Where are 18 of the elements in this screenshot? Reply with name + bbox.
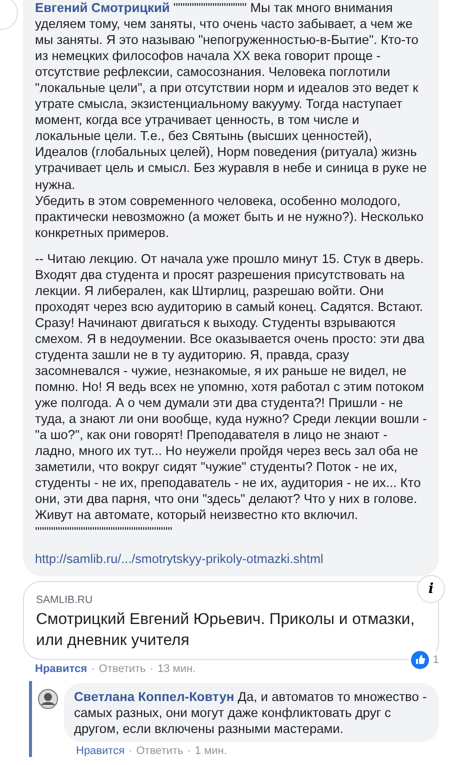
avatar[interactable] bbox=[38, 688, 58, 709]
author-link[interactable]: Евгений Смотрицкий bbox=[35, 0, 170, 15]
preview-domain: SAMLIB.RU bbox=[36, 594, 94, 606]
reply-text: Светлана Коппел-Ковтун Да, и автоматов то множество - самых разных, они могут даже конфликтовать друг с другом, если включены разными мастерами. bbox=[74, 688, 428, 737]
separator-dot: · bbox=[187, 744, 191, 757]
url-link[interactable]: http://samlib.ru/.../smotrytskyy-prikoly-otmazki.shtml bbox=[35, 552, 427, 566]
like-link[interactable]: Нравится bbox=[76, 744, 125, 757]
comment-text: -- Читаю лекцию. От начала уже прошло минут 15. Стук в дверь. Входят два студента и просят разрешения присутствовать на лекции. Я либерален, как Штирлиц, разрешаю войти. Они проходят через всю аудиторию в самый конец. Садятся. Встают. Сразу! Начинают двигаться к выходу. Студенты взрываются смехом. Я в недоумении. Все оказывается очень просто: эти два студента зашли не в ту аудиторию. Я, правда, сразу засомневался - чужие, незнакомые, я их раньше не видел, не помню. Но! Я ведь всех не упомню, хотя работал с этим потоком уже полгода. А о чем думали эти два студента?! Пришли - не туда, а знают ли они вообще, куда нужно? Среди лекции вошли - "а шо?", как они говорят! Преподавателя в лицо не знают - ладно, много их тут... Но неужели пройдя через весь зал оба не заметили, что вокруг сидят "чужие" студенты? Поток - не их, студенты - не их, преподаватель - не их, аудитория - не их... Кто они, эти два парня, что они "здесь" делают? Что у них в голове. Живут на автомате, который неизвестно кто включил. """""""""""""""""""""""""""""" bbox=[35, 250, 427, 540]
info-button[interactable]: i bbox=[417, 574, 445, 603]
separator-dot: · bbox=[128, 744, 132, 757]
separator-dot: · bbox=[150, 662, 154, 675]
timestamp: 1 мин. bbox=[194, 744, 227, 757]
comment-text: Евгений Смотрицкий """""""""""""""" Мы так много внимания уделяем тому, чем заняты, что очень часто забывает, а чем же мы заняты. Я это называю "непогруженностью-в-Бытие". Кто-то из немецких философов начала XX века говорит проще - отсутствие рефлексии, самосознания. Человека поглотили "локальные цели", а при отсутствии норм и идеалов это ведет к утрате смысла, экзистенциальному вакууму. Тогда наступает момент, когда все утрачивает ценность, в том числе и локальные цели. Т.е., без Святынь (высших ценностей), Идеалов (глобальных целей), Норм поведения (ритуала) жизнь утрачивает цель и смысл. Без журавля в небе и синица в руке не нужна. Убедить в этом современного человека, особенно молодого, практически невозможно (а может быть и не нужно?). Несколько конкретных примеров. bbox=[35, 0, 427, 241]
author-link[interactable]: Светлана Коппел-Ковтун bbox=[74, 688, 234, 704]
preview-title: Смотрицкий Евгений Юрьевич. Приколы и отмазки, или дневник учителя bbox=[36, 610, 416, 651]
timestamp: 13 мин. bbox=[157, 662, 196, 675]
separator-dot: · bbox=[91, 662, 95, 675]
like-link[interactable]: Нравится bbox=[35, 662, 88, 675]
